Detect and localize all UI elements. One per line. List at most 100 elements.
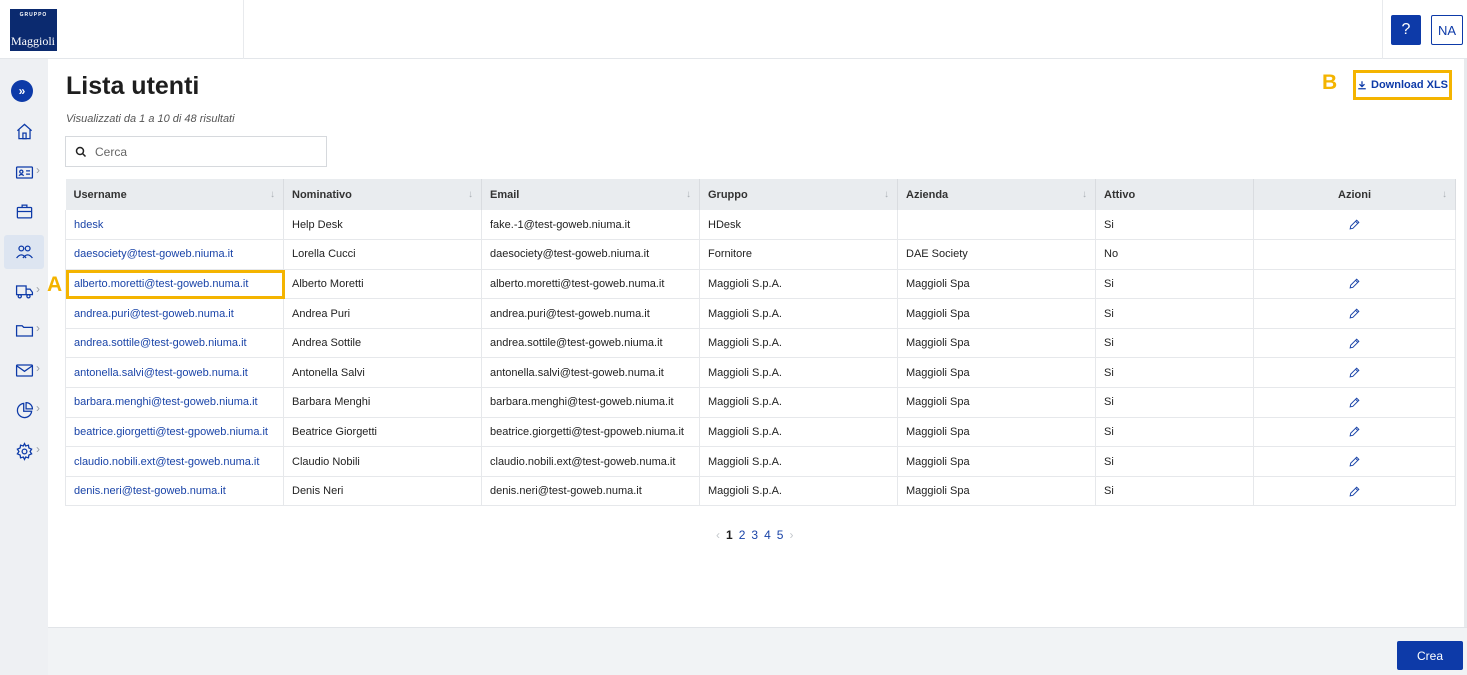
table-row[interactable]: denis.neri@test-goweb.numa.it Denis Neri d… — [65, 476, 1456, 507]
cell-azioni — [1253, 328, 1456, 359]
expand-sidebar-icon[interactable]: » — [11, 80, 33, 102]
home-icon — [16, 123, 32, 139]
cell-username[interactable]: claudio.nobili.ext@test-goweb.numa.it — [65, 446, 284, 477]
table-row[interactable]: barbara.menghi@test-goweb.niuma.it Barbar… — [65, 387, 1456, 418]
help-button[interactable]: ? — [1391, 15, 1421, 45]
edit-pencil-icon[interactable] — [1348, 218, 1361, 231]
edit-pencil-icon[interactable] — [1348, 337, 1361, 350]
column-header-email[interactable]: Email ↓ — [481, 179, 700, 210]
cell-username[interactable]: hdesk — [65, 210, 284, 241]
download-xls-button[interactable]: Download XLS — [1353, 70, 1452, 100]
cell-attivo: Si — [1095, 417, 1254, 448]
chevron-right-icon: › — [36, 282, 40, 296]
cell-username[interactable]: daesociety@test-goweb.niuma.it — [65, 239, 284, 270]
cell-attivo: Si — [1095, 446, 1254, 477]
cell-username[interactable]: antonella.salvi@test-goweb.numa.it — [65, 357, 284, 389]
cell-azioni — [1253, 446, 1456, 477]
search-field[interactable] — [65, 136, 327, 167]
table-row[interactable]: andrea.sottile@test-goweb.niuma.it Andrea… — [65, 328, 1456, 359]
annotation-label-a: A — [47, 273, 63, 296]
column-header-azienda[interactable]: Azienda ↓ — [897, 179, 1096, 210]
column-header-azioni[interactable]: Azioni ↓ — [1253, 179, 1456, 210]
users-icon — [15, 245, 33, 258]
chevron-right-icon: › — [36, 163, 40, 177]
cell-gruppo: Maggioli S.p.A. — [699, 476, 898, 507]
cell-email: fake.-1@test-goweb.niuma.it — [481, 210, 700, 241]
cell-azienda: Maggioli Spa — [897, 387, 1096, 418]
cell-nominativo: Claudio Nobili — [283, 446, 482, 477]
cell-username[interactable]: andrea.sottile@test-goweb.niuma.it — [65, 328, 284, 359]
edit-pencil-icon[interactable] — [1348, 366, 1361, 379]
cell-nominativo: Antonella Salvi — [283, 357, 482, 389]
next-page-button[interactable]: › — [789, 528, 793, 542]
table-row[interactable]: hdesk Help Desk fake.-1@test-goweb.niuma.i… — [65, 210, 1456, 241]
cell-azioni — [1253, 239, 1456, 270]
create-button[interactable]: Crea — [1397, 641, 1463, 670]
cell-username[interactable]: barbara.menghi@test-goweb.niuma.it — [65, 387, 284, 418]
page-2[interactable]: 2 — [739, 528, 746, 542]
results-count-text: Visualizzati da 1 a 10 di 48 risultati — [66, 113, 235, 125]
edit-pencil-icon[interactable] — [1348, 455, 1361, 468]
cell-email: barbara.menghi@test-goweb.niuma.it — [481, 387, 700, 418]
table-row[interactable]: claudio.nobili.ext@test-goweb.numa.it Cla… — [65, 446, 1456, 477]
cell-attivo: Si — [1095, 269, 1254, 300]
sort-icon[interactable]: ↓ — [1442, 189, 1447, 200]
sidebar-item-users[interactable] — [4, 235, 44, 269]
prev-page-button[interactable]: ‹ — [716, 528, 720, 542]
table-header-row: Username ↓ Nominativo ↓ Email ↓ Gruppo ↓ Azi… — [65, 179, 1456, 210]
search-input[interactable] — [95, 144, 295, 159]
maggioli-logo[interactable]: GRUPPO Maggioli — [10, 9, 57, 51]
users-table: Username ↓ Nominativo ↓ Email ↓ Gruppo ↓ Azi… — [65, 179, 1456, 507]
sidebar-item-briefcase[interactable] — [4, 194, 44, 228]
edit-pencil-icon[interactable] — [1348, 425, 1361, 438]
table-row[interactable]: andrea.puri@test-goweb.numa.it Andrea Pur… — [65, 298, 1456, 329]
sort-icon[interactable]: ↓ — [884, 189, 889, 200]
edit-pencil-icon[interactable] — [1348, 396, 1361, 409]
sort-icon[interactable]: ↓ — [468, 189, 473, 200]
cell-username[interactable]: denis.neri@test-goweb.numa.it — [65, 476, 284, 507]
user-avatar-button[interactable]: NA — [1431, 15, 1463, 45]
cell-azienda: Maggioli Spa — [897, 298, 1096, 329]
edit-pencil-icon[interactable] — [1348, 307, 1361, 320]
sort-icon[interactable]: ↓ — [686, 189, 691, 200]
cell-azienda: DAE Society — [897, 239, 1096, 270]
table-row[interactable]: alberto.moretti@test-goweb.numa.it Albert… — [65, 269, 1456, 300]
cell-gruppo: Maggioli S.p.A. — [699, 298, 898, 329]
top-bar: GRUPPO Maggioli ? NA — [0, 0, 1467, 59]
chevron-right-icon: › — [36, 401, 40, 415]
column-header-gruppo[interactable]: Gruppo ↓ — [699, 179, 898, 210]
pie-chart-icon — [16, 401, 33, 418]
page-4[interactable]: 4 — [764, 528, 771, 542]
sort-icon[interactable]: ↓ — [1082, 189, 1087, 200]
column-header-attivo[interactable]: Attivo — [1095, 179, 1254, 210]
page-5[interactable]: 5 — [777, 528, 784, 542]
cell-nominativo: Denis Neri — [283, 476, 482, 507]
table-row[interactable]: daesociety@test-goweb.niuma.it Lorella Cu… — [65, 239, 1456, 270]
column-header-nominativo[interactable]: Nominativo ↓ — [283, 179, 482, 210]
gear-icon — [15, 441, 33, 461]
cell-attivo: No — [1095, 239, 1254, 270]
cell-azioni — [1253, 357, 1456, 389]
table-row[interactable]: beatrice.giorgetti@test-gpoweb.niuma.it B… — [65, 417, 1456, 448]
table-row[interactable]: antonella.salvi@test-goweb.numa.it Antone… — [65, 357, 1456, 389]
sidebar-item-home[interactable] — [4, 114, 44, 148]
column-header-username[interactable]: Username ↓ — [65, 179, 284, 210]
cell-email: andrea.puri@test-goweb.numa.it — [481, 298, 700, 329]
cell-attivo: Si — [1095, 328, 1254, 359]
edit-pencil-icon[interactable] — [1348, 485, 1361, 498]
cell-azienda: Maggioli Spa — [897, 446, 1096, 477]
truck-icon — [15, 284, 33, 298]
page-3[interactable]: 3 — [751, 528, 758, 542]
cell-nominativo: Beatrice Giorgetti — [283, 417, 482, 448]
cell-gruppo: Maggioli S.p.A. — [699, 387, 898, 418]
cell-username[interactable]: alberto.moretti@test-goweb.numa.it — [65, 269, 284, 300]
cell-azioni — [1253, 210, 1456, 241]
cell-email: claudio.nobili.ext@test-goweb.numa.it — [481, 446, 700, 477]
cell-username[interactable]: beatrice.giorgetti@test-gpoweb.niuma.it — [65, 417, 284, 448]
cell-username[interactable]: andrea.puri@test-goweb.numa.it — [65, 298, 284, 329]
page-1[interactable]: 1 — [726, 528, 733, 542]
edit-pencil-icon[interactable] — [1348, 277, 1361, 290]
cell-azienda: Maggioli Spa — [897, 476, 1096, 507]
cell-attivo: Si — [1095, 210, 1254, 241]
sort-icon[interactable]: ↓ — [270, 189, 275, 200]
